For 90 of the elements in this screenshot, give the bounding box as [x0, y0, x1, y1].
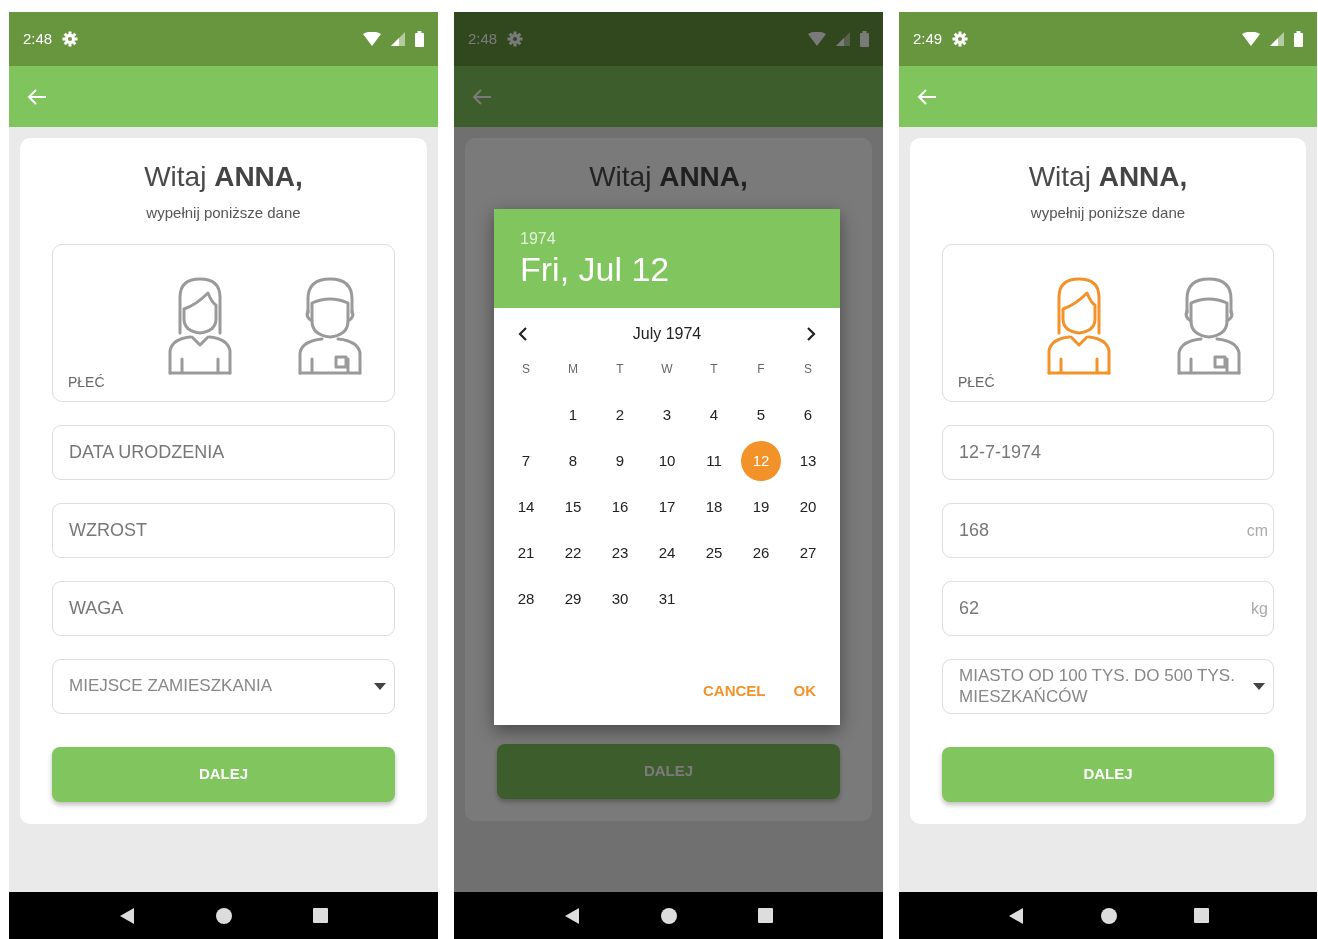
calendar-day[interactable]: 25 [694, 533, 734, 574]
calendar-day[interactable]: 16 [600, 487, 640, 528]
input-field[interactable]: DATA URODZENIA [52, 425, 395, 481]
wifi-icon [808, 32, 826, 46]
dropdown-field[interactable]: MIEJSCE ZAMIESZKANIA [52, 659, 395, 715]
calendar-day[interactable]: 1 [553, 395, 593, 436]
dropdown-field[interactable]: MIASTO OD 100 TYS. DO 500 TYS. MIESZKAŃCÓW [942, 659, 1274, 715]
battery-icon [415, 31, 424, 47]
wifi-icon [363, 32, 381, 46]
calendar-day[interactable]: 31 [647, 579, 687, 620]
greeting-heading: Witaj ANNA, [144, 160, 303, 194]
calendar-day[interactable]: 2 [600, 395, 640, 436]
calendar-day[interactable]: 18 [694, 487, 734, 528]
recents-square-icon[interactable] [1193, 908, 1209, 923]
month-title: July 1974 [632, 324, 702, 345]
next-month-button[interactable] [806, 327, 816, 342]
signal-icon [1270, 32, 1284, 46]
weekday-label: S [521, 361, 531, 379]
weekday-label: F [756, 361, 766, 379]
calendar-day[interactable]: 19 [741, 487, 781, 528]
calendar-day[interactable]: 15 [553, 487, 593, 528]
gear-icon [62, 31, 79, 47]
subtitle-text: wypełnij poniższe dane [1030, 202, 1186, 223]
status-time: 2:48 [23, 28, 53, 49]
weekday-label: S [803, 361, 813, 379]
battery-icon [1294, 31, 1303, 47]
calendar-day[interactable]: 22 [553, 533, 593, 574]
back-triangle-icon[interactable] [564, 906, 581, 925]
male-avatar-icon[interactable] [1175, 275, 1243, 376]
back-triangle-icon[interactable] [119, 906, 136, 925]
calendar-day[interactable]: 24 [647, 533, 687, 574]
weekday-label: T [615, 361, 625, 379]
calendar-day[interactable]: 5 [741, 395, 781, 436]
weekday-label: T [709, 361, 719, 379]
back-arrow-icon [917, 87, 937, 106]
back-triangle-icon[interactable] [1007, 906, 1024, 925]
greeting-heading: Witaj ANNA, [589, 160, 748, 194]
calendar-day[interactable]: 30 [600, 579, 640, 620]
calendar-day[interactable]: 17 [647, 487, 687, 528]
calendar-day[interactable]: 13 [788, 441, 828, 482]
back-arrow-icon [27, 87, 47, 106]
gender-label: PŁEĆ [68, 373, 105, 393]
calendar-day[interactable]: 10 [647, 441, 687, 482]
gender-label: PŁEĆ [958, 373, 995, 393]
calendar-day[interactable]: 27 [788, 533, 828, 574]
status-time: 2:48 [468, 28, 498, 49]
chevron-left-icon [518, 327, 528, 342]
calendar-day[interactable]: 28 [506, 579, 546, 620]
recents-square-icon[interactable] [757, 908, 773, 923]
wifi-icon [1242, 32, 1260, 46]
picker-year: 1974 [520, 229, 557, 249]
calendar-day[interactable]: 3 [647, 395, 687, 436]
calendar-day[interactable]: 14 [506, 487, 546, 528]
input-field[interactable]: WZROST [52, 503, 395, 559]
male-avatar-icon[interactable] [296, 275, 364, 376]
unit-label: cm [1246, 520, 1268, 541]
recents-square-icon[interactable] [312, 908, 328, 923]
previous-month-button[interactable] [518, 327, 528, 342]
greeting-heading: Witaj ANNA, [1028, 160, 1188, 194]
subtitle-text: wypełnij poniższe dane [146, 202, 301, 223]
calendar-day[interactable]: 6 [788, 395, 828, 436]
status-time: 2:49 [913, 28, 943, 49]
dropdown-caret-icon [1253, 683, 1265, 691]
picker-date: Fri, Jul 12 [520, 251, 671, 289]
home-circle-icon[interactable] [1100, 907, 1117, 924]
gear-icon [507, 31, 524, 47]
input-field[interactable]: 12-7-1974 [942, 425, 1274, 481]
dropdown-caret-icon [374, 683, 386, 691]
calendar-day[interactable]: 9 [600, 441, 640, 482]
input-field[interactable]: WAGA [52, 581, 395, 637]
unit-label: kg [1251, 598, 1268, 619]
calendar-day[interactable]: 29 [553, 579, 593, 620]
home-circle-icon[interactable] [661, 907, 677, 924]
calendar-day[interactable]: 26 [741, 533, 781, 574]
chevron-right-icon [806, 327, 816, 342]
weekday-label: M [567, 361, 579, 379]
gear-icon [952, 31, 969, 47]
calendar-day[interactable]: 21 [506, 533, 546, 574]
calendar-day[interactable]: 23 [600, 533, 640, 574]
calendar-day[interactable]: 11 [694, 441, 734, 482]
calendar-day[interactable]: 20 [788, 487, 828, 528]
calendar-day[interactable]: 4 [694, 395, 734, 436]
battery-icon [860, 31, 869, 47]
calendar-day[interactable]: 7 [506, 441, 546, 482]
home-circle-icon[interactable] [216, 907, 232, 924]
back-arrow-icon [472, 87, 492, 106]
signal-icon [391, 32, 405, 46]
calendar-day[interactable]: 8 [553, 441, 593, 482]
weekday-label: W [660, 361, 674, 379]
female-avatar-icon[interactable] [166, 275, 234, 376]
